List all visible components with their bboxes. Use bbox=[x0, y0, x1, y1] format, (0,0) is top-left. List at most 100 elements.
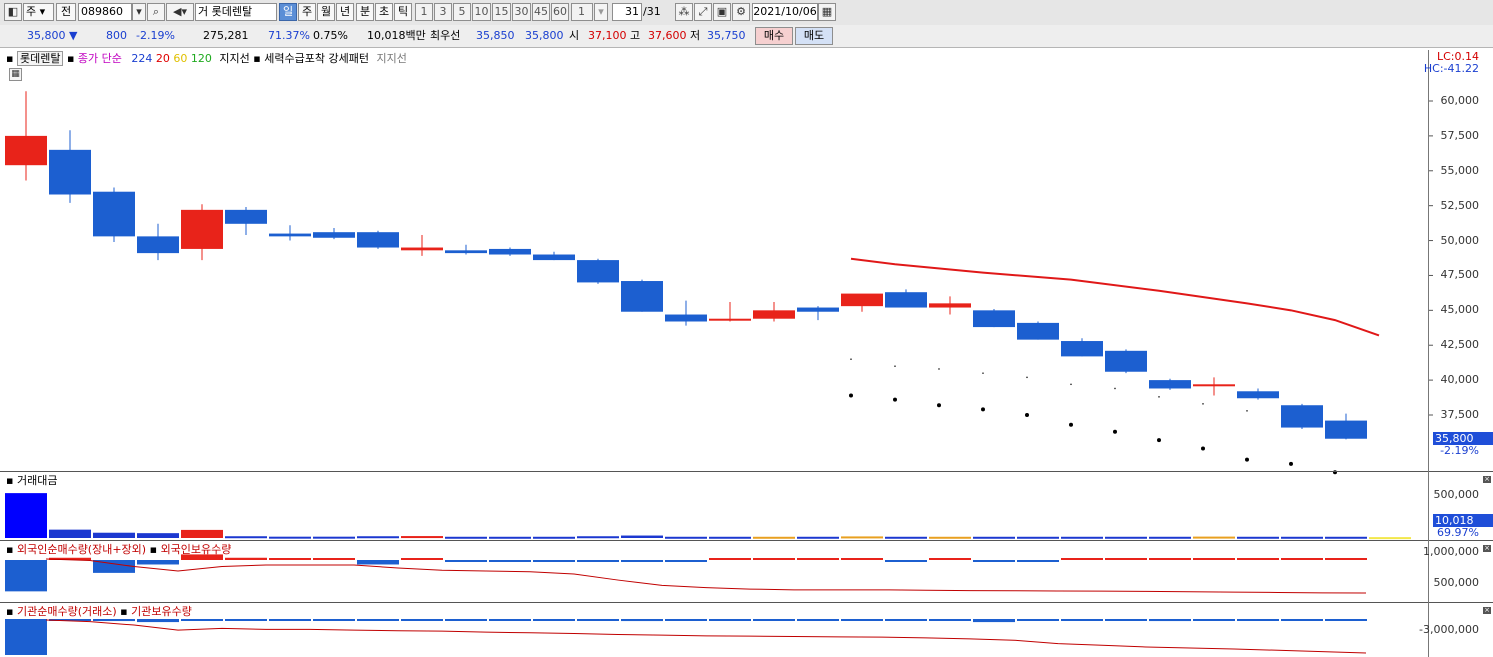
period-second[interactable]: 초 bbox=[375, 3, 393, 21]
price-axis-tick: 52,500 bbox=[1440, 198, 1480, 212]
calendar-icon[interactable]: ▦ bbox=[818, 3, 836, 21]
interval-30[interactable]: 30 bbox=[512, 3, 531, 21]
inst-net-bar bbox=[401, 619, 443, 621]
interval-45[interactable]: 45 bbox=[532, 3, 550, 21]
foreign-net-bar bbox=[533, 560, 575, 562]
period-year[interactable]: 년 bbox=[336, 3, 354, 21]
foreign-net-bar bbox=[797, 558, 839, 560]
stock-name: 롯데렌탈 bbox=[211, 5, 253, 18]
amount-bar bbox=[93, 532, 135, 538]
bullet-icon: ▪ bbox=[6, 474, 14, 487]
draw-tool-icon[interactable]: ⤢ bbox=[694, 3, 712, 21]
all-button[interactable]: 전 bbox=[56, 3, 76, 21]
chevron-down-icon[interactable]: ▾ bbox=[132, 3, 146, 21]
interval-3[interactable]: 3 bbox=[434, 3, 452, 21]
toolbar: ◧ 주 ▾ 전 089860 ▾ ⌕ ◀▾ 거 롯데렌탈 일 주 월 년 분 초… bbox=[0, 0, 1493, 26]
panel-stock-name[interactable]: 롯데렌탈 bbox=[16, 51, 64, 66]
period-minute[interactable]: 분 bbox=[356, 3, 374, 21]
save-icon[interactable]: ▣ bbox=[713, 3, 731, 21]
bullet-icon: ▪ bbox=[6, 52, 14, 65]
stock-name-field[interactable]: 거 롯데렌탈 bbox=[195, 3, 277, 21]
period-day[interactable]: 일 bbox=[279, 3, 297, 21]
inst-panel-title: ▪ 기관순매수량(거래소) ▪ 기관보유수량 bbox=[6, 605, 192, 619]
open-label: 시 bbox=[569, 29, 580, 42]
inst-net-bar bbox=[841, 619, 883, 621]
price-panel-title: ▪ 롯데렌탈 ▪ 종가 단순 224 20 60 120 지지선 ▪ 세력수급포… bbox=[6, 51, 407, 66]
foreign-net-bar bbox=[445, 560, 487, 562]
foreign-net-title[interactable]: 외국인순매수량(장내+장외) bbox=[17, 543, 146, 556]
mode-select[interactable]: 주 ▾ bbox=[23, 3, 54, 21]
inst-net-title[interactable]: 기관순매수량(거래소) bbox=[17, 605, 117, 618]
support-mark bbox=[1114, 387, 1116, 390]
foreign-hold-title[interactable]: 외국인보유수량 bbox=[161, 543, 232, 556]
candle bbox=[709, 318, 751, 321]
amount-bar bbox=[1105, 536, 1147, 539]
amount-bar bbox=[753, 536, 795, 539]
interval-60[interactable]: 60 bbox=[551, 3, 569, 21]
amount-title[interactable]: 거래대금 bbox=[17, 474, 57, 487]
amount-bar bbox=[1369, 537, 1411, 540]
speaker-icon[interactable]: ◀▾ bbox=[166, 3, 194, 21]
change-percent: -2.19% bbox=[136, 29, 175, 42]
support-label[interactable]: 지지선 bbox=[219, 52, 249, 65]
foreign-net-bar bbox=[137, 560, 179, 565]
close-icon[interactable]: × bbox=[1483, 545, 1491, 552]
support-dot bbox=[1245, 457, 1249, 462]
count-input[interactable]: 1 bbox=[571, 3, 593, 21]
support-mark bbox=[982, 372, 984, 374]
inst-net-bar bbox=[1281, 619, 1323, 621]
sell-button[interactable]: 매도 bbox=[795, 27, 833, 45]
inst-net-bar bbox=[357, 619, 399, 621]
pattern-label[interactable]: 세력수급포착 강세패턴 bbox=[264, 52, 369, 65]
low-price: 35,750 bbox=[707, 29, 746, 42]
date-input[interactable]: 2021/10/06 bbox=[752, 3, 818, 21]
amount-bar bbox=[533, 536, 575, 539]
support-dot bbox=[893, 397, 897, 402]
ma-line bbox=[850, 257, 1380, 337]
foreign-net-bar bbox=[1017, 560, 1059, 562]
panel-divider[interactable] bbox=[0, 602, 1493, 603]
period-week[interactable]: 주 bbox=[298, 3, 316, 21]
support2-label[interactable]: 지지선 bbox=[376, 52, 406, 65]
buy-button[interactable]: 매수 bbox=[755, 27, 793, 45]
candle bbox=[445, 250, 487, 254]
period-month[interactable]: 월 bbox=[317, 3, 335, 21]
ratio: 0.75% bbox=[313, 29, 348, 42]
candle bbox=[401, 247, 443, 251]
ma-224: 224 bbox=[131, 52, 153, 65]
search-icon[interactable]: ⌕ bbox=[147, 3, 165, 21]
stock-code-input[interactable]: 089860 bbox=[78, 3, 132, 21]
candle bbox=[489, 248, 531, 255]
period-tick[interactable]: 틱 bbox=[394, 3, 412, 21]
candle bbox=[1325, 420, 1367, 439]
amount-bar bbox=[181, 529, 223, 538]
candle bbox=[225, 209, 267, 224]
panel-divider[interactable] bbox=[0, 471, 1493, 472]
panel-divider[interactable] bbox=[0, 540, 1493, 541]
close-icon[interactable]: × bbox=[1483, 476, 1491, 483]
interval-1[interactable]: 1 bbox=[415, 3, 433, 21]
amount-bar bbox=[709, 536, 751, 539]
chart-area[interactable] bbox=[0, 50, 1493, 657]
gear-icon[interactable]: ⚙ bbox=[732, 3, 750, 21]
support-dot bbox=[937, 403, 941, 408]
close-icon[interactable]: × bbox=[1483, 607, 1491, 614]
inst-hold-title[interactable]: 기관보유수량 bbox=[131, 605, 192, 618]
layout-icon[interactable]: ◧ bbox=[4, 3, 22, 21]
ma-label[interactable]: 종가 단순 bbox=[78, 52, 122, 65]
count-dropdown-icon[interactable]: ▾ bbox=[594, 3, 608, 21]
grid-icon[interactable]: ▦ bbox=[9, 68, 22, 81]
interval-10[interactable]: 10 bbox=[472, 3, 491, 21]
range-input[interactable]: 31 bbox=[612, 3, 642, 21]
candle-settings-icon[interactable]: ⁂ bbox=[675, 3, 693, 21]
inst-net-bar bbox=[709, 619, 751, 621]
foreign-net-bar bbox=[753, 558, 795, 560]
amount-panel-title: ▪ 거래대금 bbox=[6, 474, 57, 488]
ma-60: 60 bbox=[173, 52, 188, 65]
interval-5[interactable]: 5 bbox=[453, 3, 471, 21]
interval-15[interactable]: 15 bbox=[492, 3, 511, 21]
inst-net-bar bbox=[665, 619, 707, 621]
inst-net-bar bbox=[93, 619, 135, 622]
inst-net-bar bbox=[313, 619, 355, 621]
amount-bar bbox=[1237, 536, 1279, 539]
